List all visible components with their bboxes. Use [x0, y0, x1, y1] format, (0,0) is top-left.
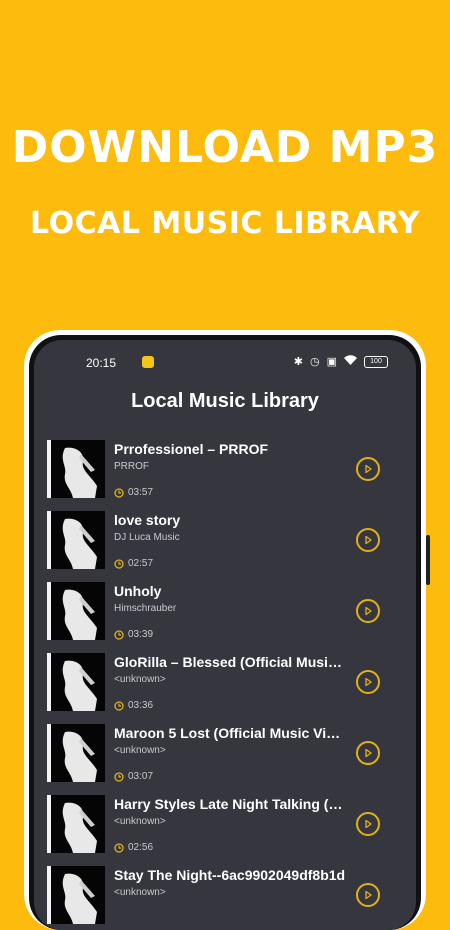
play-icon: [365, 819, 372, 829]
track-duration: 03:07: [128, 771, 154, 782]
clock-icon: [114, 700, 124, 711]
play-button[interactable]: [356, 599, 380, 623]
clock-icon: [114, 771, 124, 782]
track-title: Prrofessionel – PRROF: [114, 441, 269, 457]
alarm-icon: ◷: [309, 356, 320, 368]
battery-icon: 100: [364, 356, 388, 368]
track-row[interactable]: Prrofessionel – PRROF PRROF 03:57: [34, 437, 416, 508]
play-button[interactable]: [356, 670, 380, 694]
play-button[interactable]: [356, 741, 380, 765]
play-button[interactable]: [356, 883, 380, 907]
track-title: Unholy: [114, 583, 162, 599]
sim-icon: ▣: [326, 356, 337, 368]
track-artist: <unknown>: [114, 745, 166, 756]
track-duration: 03:57: [128, 487, 154, 498]
play-icon: [365, 606, 372, 616]
album-art-thumbnail: [47, 795, 105, 853]
promo-subheadline: LOCAL MUSIC LIBRARY: [30, 206, 420, 241]
track-duration: 02:56: [128, 842, 154, 853]
promo-headline: DOWNLOAD MP3: [11, 122, 439, 173]
phone-bezel: 20:15 ✱ ◷ ▣ 100 Local Music Library Prro…: [29, 335, 421, 930]
clock-icon: [114, 842, 124, 853]
track-title: love story: [114, 512, 181, 528]
album-art-thumbnail: [47, 582, 105, 640]
track-row[interactable]: love story DJ Luca Music 02:57: [34, 508, 416, 579]
track-title: GloRilla – Blessed (Official Music Video…: [114, 654, 346, 670]
track-list: Prrofessionel – PRROF PRROF 03:57 love s…: [34, 437, 416, 930]
track-artist: PRROF: [114, 461, 149, 472]
app-screen: 20:15 ✱ ◷ ▣ 100 Local Music Library Prro…: [34, 340, 416, 930]
status-bar: 20:15 ✱ ◷ ▣ 100: [34, 354, 416, 374]
album-art-thumbnail: [47, 724, 105, 782]
track-title: Harry Styles Late Night Talking (Officia…: [114, 796, 346, 812]
page-title: Local Music Library: [131, 390, 319, 412]
bluetooth-icon: ✱: [293, 356, 303, 368]
track-row[interactable]: Unholy Himschrauber 03:39: [34, 579, 416, 650]
clock-icon: [114, 629, 124, 640]
track-artist: DJ Luca Music: [114, 532, 180, 543]
play-button[interactable]: [356, 812, 380, 836]
album-art-thumbnail: [47, 653, 105, 711]
track-title: Stay The Night--6ac9902049df8b1d: [114, 867, 346, 883]
album-art-thumbnail: [47, 866, 105, 924]
clock-icon: [114, 558, 124, 569]
track-row[interactable]: Stay The Night--6ac9902049df8b1d <unknow…: [34, 863, 416, 930]
track-duration: 02:57: [128, 558, 154, 569]
status-time: 20:15: [86, 356, 117, 370]
track-row[interactable]: GloRilla – Blessed (Official Music Video…: [34, 650, 416, 721]
track-row[interactable]: Harry Styles Late Night Talking (Officia…: [34, 792, 416, 863]
play-button[interactable]: [356, 528, 380, 552]
track-duration: 03:39: [128, 629, 154, 640]
track-artist: <unknown>: [114, 816, 166, 827]
track-title: Maroon 5 Lost (Official Music Video): [114, 725, 346, 741]
track-artist: <unknown>: [114, 674, 166, 685]
play-icon: [365, 535, 372, 545]
phone-side-button: [426, 535, 430, 585]
clock-icon: [114, 487, 124, 498]
album-art-thumbnail: [47, 511, 105, 569]
wifi-icon: [344, 355, 357, 369]
notification-app-icon: [142, 356, 154, 368]
play-icon: [365, 464, 372, 474]
play-icon: [365, 677, 372, 687]
album-art-thumbnail: [47, 440, 105, 498]
track-artist: <unknown>: [114, 887, 166, 898]
phone-frame: 20:15 ✱ ◷ ▣ 100 Local Music Library Prro…: [24, 330, 430, 930]
play-button[interactable]: [356, 457, 380, 481]
track-duration: 03:36: [128, 700, 154, 711]
play-icon: [365, 890, 372, 900]
play-icon: [365, 748, 372, 758]
track-row[interactable]: Maroon 5 Lost (Official Music Video) <un…: [34, 721, 416, 792]
track-artist: Himschrauber: [114, 603, 177, 614]
